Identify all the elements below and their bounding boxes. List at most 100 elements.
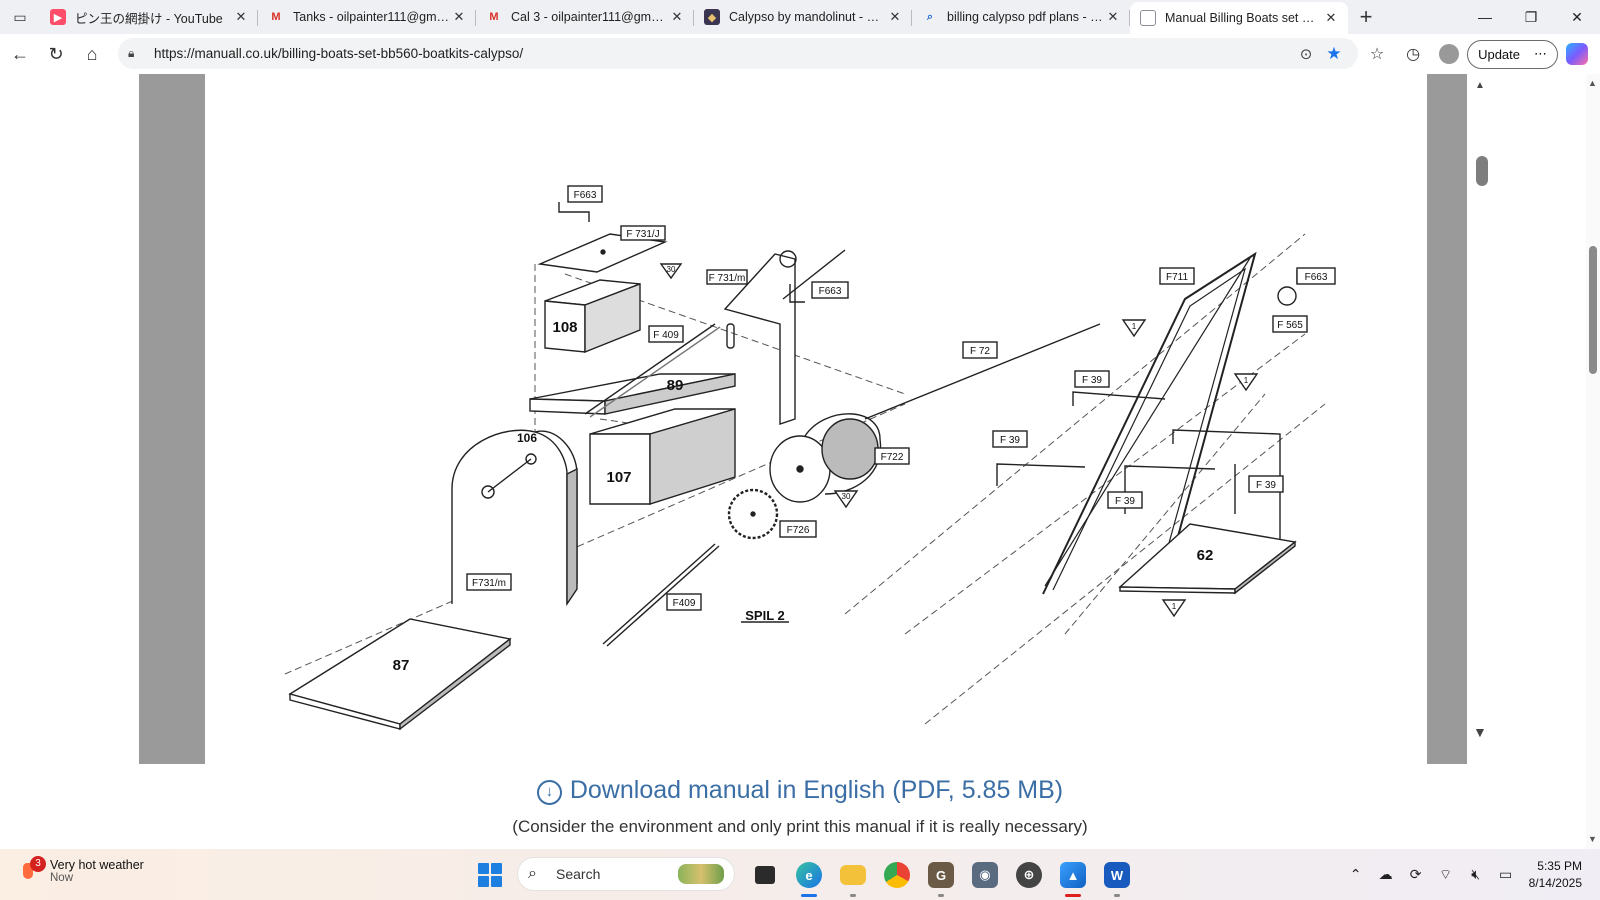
tab-gmail-tanks[interactable]: M Tanks - oilpainter111@gmail.com ✕ [258, 2, 476, 32]
update-label: Update [1478, 46, 1520, 62]
tab-title: Tanks - oilpainter111@gmail.com [293, 10, 450, 24]
close-icon[interactable]: ✕ [232, 9, 250, 25]
clock-time: 5:35 PM [1537, 858, 1582, 873]
history-icon[interactable]: ◷ [1395, 44, 1431, 64]
environment-note: (Consider the environment and only print… [512, 817, 1088, 836]
address-bar[interactable]: 🔒︎ https://manuall.co.uk/billing-boats-s… [118, 38, 1358, 69]
back-icon[interactable]: ← [2, 38, 38, 70]
chrome-app[interactable] [875, 857, 919, 893]
wifi-icon[interactable]: ⌔ [1431, 866, 1461, 884]
diagram-title: SPIL 2 [745, 608, 785, 623]
label-f72: F 72 [970, 346, 990, 357]
chrome-icon [884, 862, 910, 888]
home-icon[interactable]: ⌂ [74, 38, 110, 70]
label-f409-bot: F409 [673, 598, 696, 609]
tab-calypso[interactable]: ◆ Calypso by mandolinut - Billing ✕ [694, 2, 912, 32]
window-controls: — ❐ ✕ [1462, 0, 1600, 34]
copilot-icon[interactable] [1566, 43, 1588, 65]
close-icon[interactable]: ✕ [450, 9, 468, 25]
pdf-scrollbar[interactable]: ▲ ▼ [1467, 74, 1495, 764]
tab-youtube[interactable]: ▶ ピン王の網掛け - YouTube ✕ [40, 2, 258, 32]
pdf-scroll-thumb[interactable] [1476, 156, 1488, 186]
page-viewport: F663 F 731/J F 731/m F663 F 409 F 72 F71… [0, 74, 1600, 849]
taskbar: 3 Very hot weather Now ⌕ Search e G ◉ ⊕ … [0, 849, 1600, 900]
more-tools-icon[interactable]: ⊙ [1292, 45, 1320, 63]
tab-search[interactable]: ⌕ billing calypso pdf plans - Search ✕ [912, 2, 1130, 32]
start-button[interactable] [478, 863, 502, 887]
triangle-30-b: 30 [842, 492, 851, 501]
file-explorer-app[interactable] [831, 857, 875, 897]
scroll-up-icon[interactable]: ▲ [1475, 80, 1485, 91]
edge-icon: e [796, 862, 822, 888]
ellipsis-icon: ⋯ [1534, 46, 1547, 61]
word-app[interactable]: W [1095, 857, 1139, 897]
minimize-icon[interactable]: — [1462, 0, 1508, 34]
tab-manual[interactable]: Manual Billing Boats set BB560 ✕ [1130, 2, 1348, 34]
folder-icon [840, 865, 866, 885]
speaker-mute-icon[interactable]: 🔇︎ [1461, 866, 1491, 883]
system-tray: ⌃ ☁ ⟳ ⌔ 🔇︎ ▭ 5:35 PM 8/14/2025 [1341, 849, 1600, 900]
camera-icon: ◉ [972, 862, 998, 888]
globe-app[interactable]: ⊕ [1007, 857, 1051, 893]
part-107: 107 [606, 469, 631, 486]
tab-title: billing calypso pdf plans - Search [947, 10, 1104, 24]
camera-app[interactable]: ◉ [963, 857, 1007, 893]
close-icon[interactable]: ✕ [886, 9, 904, 25]
gimp-app[interactable]: G [919, 857, 963, 897]
close-window-icon[interactable]: ✕ [1554, 0, 1600, 34]
close-icon[interactable]: ✕ [1322, 10, 1340, 26]
update-button[interactable]: Update ⋯ [1467, 39, 1558, 69]
part-106: 106 [517, 431, 537, 445]
page-scrollbar[interactable]: ▲ ▼ [1586, 74, 1600, 849]
browser-toolbar: ← ↻ ⌂ 🔒︎ https://manuall.co.uk/billing-b… [0, 34, 1600, 74]
label-f731m-bot: F731/m [472, 578, 506, 589]
onedrive-off-icon[interactable]: ☁ [1371, 866, 1401, 883]
label-f711: F711 [1166, 272, 1188, 283]
tab-actions-icon[interactable]: ▭ [0, 0, 40, 34]
weather-badge: 3 [30, 856, 46, 872]
taskbar-apps: e G ◉ ⊕ ▲ W [743, 857, 1139, 897]
lock-icon[interactable]: 🔒︎ [128, 46, 148, 61]
refresh-icon[interactable]: ↻ [38, 38, 74, 70]
word-icon: W [1104, 862, 1130, 888]
sync-icon[interactable]: ⟳ [1401, 866, 1431, 883]
label-f39-b: F 39 [1000, 435, 1020, 446]
restore-icon[interactable]: ❐ [1508, 0, 1554, 34]
label-f39-a: F 39 [1082, 375, 1102, 386]
scroll-down-icon[interactable]: ▼ [1473, 724, 1487, 740]
thermometer-icon: 3 [18, 856, 46, 883]
new-tab-button[interactable]: + [1348, 0, 1384, 34]
clock[interactable]: 5:35 PM 8/14/2025 [1529, 858, 1582, 892]
part-108: 108 [552, 319, 577, 336]
favorites-icon[interactable]: ☆ [1359, 44, 1395, 64]
close-icon[interactable]: ✕ [668, 9, 686, 25]
taskbar-search[interactable]: ⌕ Search [517, 857, 735, 891]
weather-widget[interactable]: 3 Very hot weather Now [18, 856, 144, 884]
profile-avatar[interactable] [1439, 44, 1460, 64]
triangle-1-a: 1 [1132, 322, 1137, 331]
photos-app[interactable]: ▲ [1051, 857, 1095, 897]
gmail-icon: M [489, 11, 499, 23]
label-f663-right: F663 [1305, 272, 1328, 283]
task-view-button[interactable] [743, 857, 787, 893]
exploded-diagram: F663 F 731/J F 731/m F663 F 409 F 72 F71… [284, 185, 1336, 731]
battery-icon[interactable]: ▭ [1491, 866, 1521, 883]
favorite-star-icon[interactable]: ★ [1320, 44, 1348, 64]
page-scroll-thumb[interactable] [1589, 246, 1597, 374]
download-manual-link[interactable]: ↓ Download manual in English (PDF, 5.85 M… [0, 776, 1600, 805]
close-icon[interactable]: ✕ [1104, 9, 1122, 25]
label-f39-d: F 39 [1256, 480, 1276, 491]
scroll-down-icon[interactable]: ▼ [1588, 834, 1597, 844]
youtube-icon: ▶ [50, 9, 66, 25]
label-f663-mid: F663 [819, 286, 842, 297]
chevron-up-icon[interactable]: ⌃ [1341, 866, 1371, 883]
scroll-up-icon[interactable]: ▲ [1588, 78, 1597, 88]
tab-gmail-cal3[interactable]: M Cal 3 - oilpainter111@gmail.com ✕ [476, 2, 694, 32]
edge-app[interactable]: e [787, 857, 831, 897]
url-text[interactable]: https://manuall.co.uk/billing-boats-set-… [154, 46, 1292, 61]
task-view-icon [755, 866, 775, 884]
triangle-1-c: 1 [1172, 602, 1177, 611]
label-f663-top: F663 [574, 190, 597, 201]
label-f565: F 565 [1277, 320, 1303, 331]
search-placeholder: Search [556, 866, 601, 882]
